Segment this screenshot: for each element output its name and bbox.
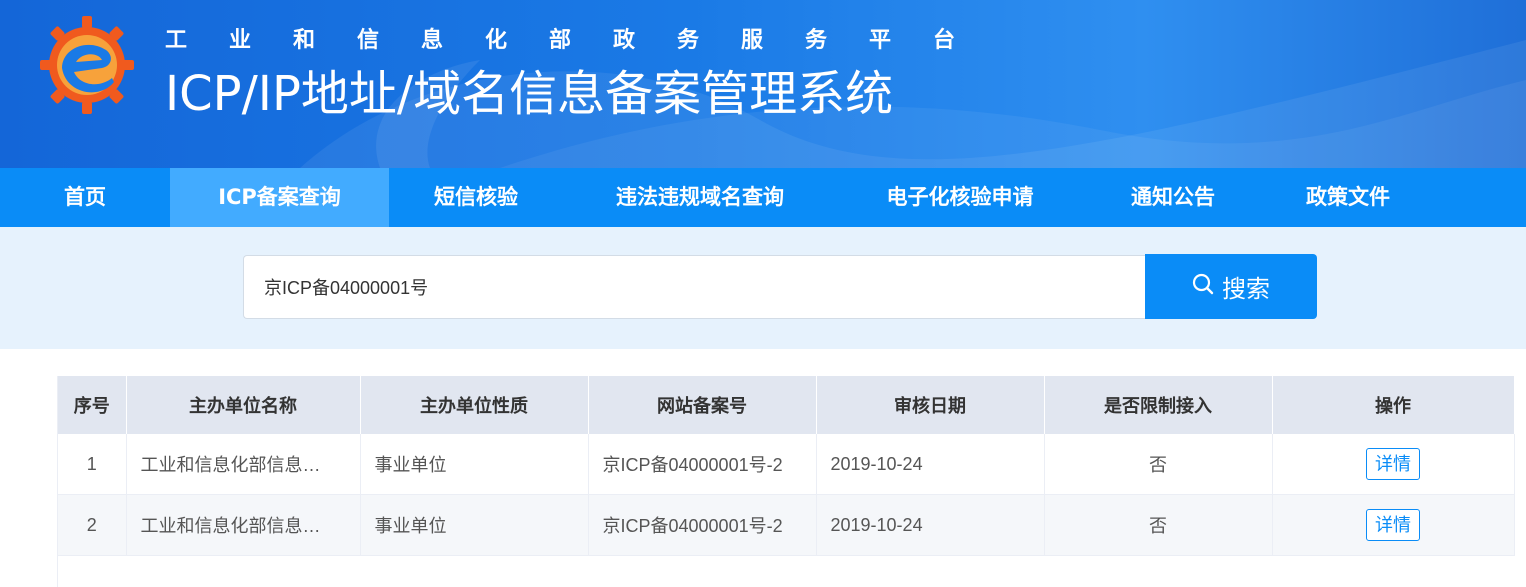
nav-item-home[interactable]: 首页 (0, 168, 170, 227)
cell-date: 2019-10-24 (816, 434, 1045, 495)
search-button-label: 搜索 (1222, 275, 1270, 303)
cell-date: 2019-10-24 (816, 494, 1045, 556)
logo-icon (40, 16, 134, 114)
main-nav: 首页 ICP备案查询 短信核验 违法违规域名查询 电子化核验申请 通知公告 政策… (0, 168, 1526, 227)
cell-org-type: 事业单位 (360, 494, 589, 556)
system-title: ICP/IP地址/域名信息备案管理系统 (165, 66, 894, 122)
search-icon (1192, 273, 1214, 301)
search-button[interactable]: 搜索 (1145, 254, 1317, 319)
detail-button[interactable]: 详情 (1366, 448, 1420, 480)
cell-action: 详情 (1272, 434, 1515, 495)
table-header-row: 序号 主办单位名称 主办单位性质 网站备案号 审核日期 是否限制接入 操作 (58, 376, 1515, 434)
column-header-date: 审核日期 (816, 376, 1045, 434)
column-header-record-no: 网站备案号 (588, 376, 817, 434)
cell-index: 1 (58, 434, 127, 495)
search-input[interactable] (243, 255, 1146, 319)
nav-item-e-verify[interactable]: 电子化核验申请 (837, 168, 1083, 227)
table-row: 2 工业和信息化部信息… 事业单位 京ICP备04000001号-2 2019-… (58, 494, 1515, 556)
column-header-restricted: 是否限制接入 (1044, 376, 1273, 434)
nav-item-notices[interactable]: 通知公告 (1083, 168, 1263, 227)
nav-item-icp-query[interactable]: ICP备案查询 (170, 168, 389, 227)
detail-button[interactable]: 详情 (1366, 509, 1420, 541)
platform-subtitle: 工业和信息化部政务服务平台 (165, 28, 998, 53)
column-header-org-name: 主办单位名称 (126, 376, 361, 434)
cell-restricted: 否 (1044, 434, 1273, 495)
nav-item-illegal-domain[interactable]: 违法违规域名查询 (563, 168, 837, 227)
column-header-index: 序号 (58, 376, 127, 434)
table-row: 1 工业和信息化部信息… 事业单位 京ICP备04000001号-2 2019-… (58, 434, 1515, 495)
header-banner: 工业和信息化部政务服务平台 ICP/IP地址/域名信息备案管理系统 (0, 0, 1526, 168)
column-header-org-type: 主办单位性质 (360, 376, 589, 434)
nav-item-sms-verify[interactable]: 短信核验 (389, 168, 563, 227)
cell-record-no: 京ICP备04000001号-2 (588, 434, 817, 495)
nav-item-policy[interactable]: 政策文件 (1263, 168, 1433, 227)
cell-record-no: 京ICP备04000001号-2 (588, 494, 817, 556)
cell-org-name: 工业和信息化部信息… (126, 434, 361, 495)
column-header-action: 操作 (1272, 376, 1515, 434)
cell-org-name: 工业和信息化部信息… (126, 494, 361, 556)
cell-action: 详情 (1272, 494, 1515, 556)
cell-index: 2 (58, 494, 127, 556)
results-table: 序号 主办单位名称 主办单位性质 网站备案号 审核日期 是否限制接入 操作 1 … (57, 376, 1515, 587)
cell-org-type: 事业单位 (360, 434, 589, 495)
cell-restricted: 否 (1044, 494, 1273, 556)
search-band: 搜索 (0, 227, 1526, 349)
